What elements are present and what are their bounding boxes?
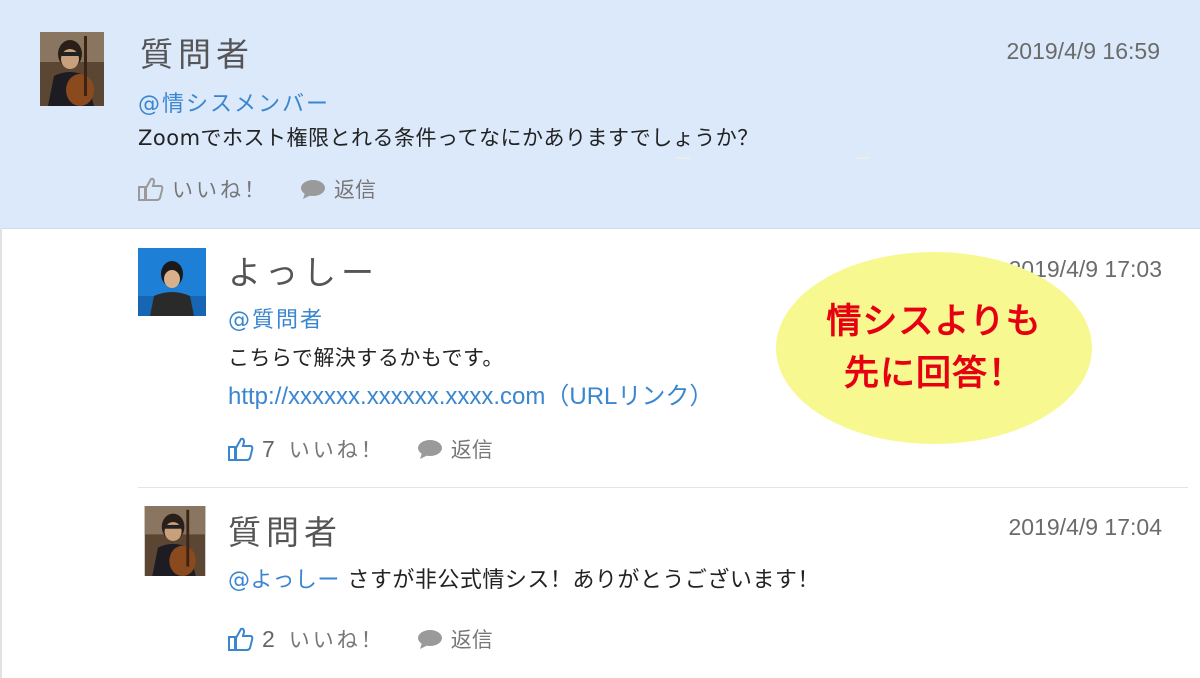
avatar-image: [40, 32, 104, 106]
mention-link[interactable]: @よっしー: [228, 568, 340, 593]
post-timestamp: 2019/4/9 17:04: [1008, 514, 1162, 540]
avatar-image: [144, 506, 206, 576]
thumbs-up-icon: [138, 176, 164, 202]
divider: [856, 157, 870, 159]
avatar-image: [138, 248, 206, 316]
post-actions: いいね！ 返信: [138, 174, 376, 204]
callout-annotation: 情シスよりも 先に回答！: [776, 252, 1092, 444]
comment-thread: 質問者 2019/4/9 16:59 @情シスメンバー Zoomでホスト権限とれ…: [0, 0, 1200, 678]
post-body: Zoomでホスト権限とれる条件ってなにかありますでしょうか？: [138, 126, 759, 150]
reply-label: 返信: [450, 438, 493, 462]
speech-bubble-icon: [417, 628, 443, 650]
callout-line-2: 先に回答！: [843, 354, 1024, 394]
post-actions: 7 いいね！ 返信: [228, 434, 493, 464]
avatar[interactable]: [144, 506, 206, 576]
divider: [676, 157, 690, 159]
avatar[interactable]: [138, 248, 206, 316]
post-actions: 2 いいね！ 返信: [228, 624, 493, 654]
post-body: さすが非公式情シス！ありがとうございます！: [347, 568, 820, 593]
author-name[interactable]: 質問者: [140, 28, 254, 76]
like-label: いいね！: [172, 178, 268, 202]
like-button[interactable]: いいね！: [138, 174, 268, 204]
thumbs-up-icon: [228, 626, 254, 652]
speech-bubble-icon: [417, 438, 443, 460]
speech-bubble-icon: [300, 178, 326, 200]
thumbs-up-icon: [228, 436, 254, 462]
reply-button[interactable]: 返信: [300, 174, 376, 204]
post-body: こちらで解決するかもです。: [228, 346, 504, 370]
like-button[interactable]: 7 いいね！: [228, 434, 385, 464]
reply-label: 返信: [334, 178, 376, 202]
avatar[interactable]: [40, 32, 104, 106]
like-button[interactable]: 2 いいね！: [228, 624, 385, 654]
url-link[interactable]: http://xxxxxx.xxxxxx.xxxx.com（URLリンク）: [228, 376, 713, 411]
author-name[interactable]: よっしー: [228, 246, 379, 294]
like-label: いいね！: [288, 628, 385, 652]
reply-button[interactable]: 返信: [417, 434, 493, 464]
reply-label: 返信: [450, 628, 493, 652]
callout-line-1: 情シスよりも: [826, 302, 1042, 342]
mention-link[interactable]: @質問者: [228, 308, 324, 333]
question-post: 質問者 2019/4/9 16:59 @情シスメンバー Zoomでホスト権限とれ…: [0, 0, 1200, 229]
author-name[interactable]: 質問者: [228, 506, 342, 554]
mention-link[interactable]: @情シスメンバー: [138, 92, 330, 117]
like-count: 2: [262, 625, 275, 652]
reply-button[interactable]: 返信: [417, 624, 493, 654]
like-count: 7: [262, 435, 275, 462]
post-body-line: @よっしー さすが非公式情シス！ありがとうございます！: [228, 562, 820, 594]
post-timestamp: 2019/4/9 16:59: [1006, 38, 1160, 64]
reply-post: 質問者 2019/4/9 17:04 @よっしー さすが非公式情シス！ありがとう…: [0, 488, 1200, 678]
like-label: いいね！: [288, 438, 385, 462]
